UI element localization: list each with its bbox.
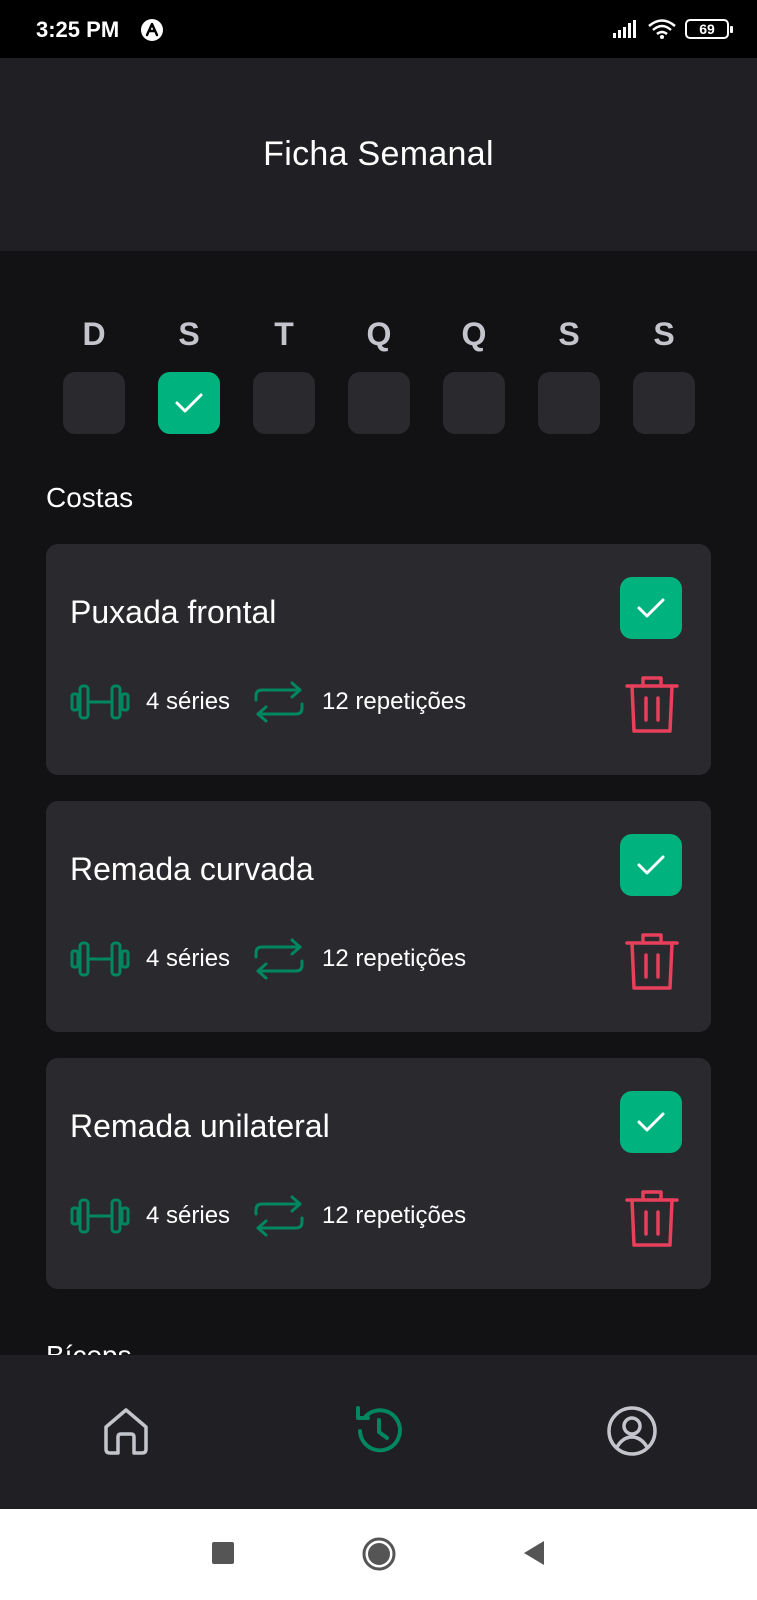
day-letter: S: [178, 316, 200, 352]
repeat-icon: [254, 1195, 304, 1237]
week-day-selector: D S T Q Q S S: [63, 310, 695, 434]
section-title: Costas: [46, 482, 134, 513]
day-checkbox[interactable]: [158, 372, 220, 434]
dumbbell-icon: [70, 684, 130, 720]
exercise-done-checkbox[interactable]: [620, 834, 682, 896]
tab-profile[interactable]: [604, 1403, 660, 1459]
system-navigation-bar: [0, 1509, 757, 1600]
status-indicators: 69: [611, 18, 733, 40]
day-checkbox[interactable]: [253, 372, 315, 434]
history-icon: [356, 1406, 402, 1453]
exercise-done-checkbox[interactable]: [620, 577, 682, 639]
day-checkbox[interactable]: [538, 372, 600, 434]
exercise-done-checkbox[interactable]: [620, 1091, 682, 1153]
exercise-card: Puxada frontal 4 séries 12 repetições: [46, 544, 711, 775]
dumbbell-icon: [70, 941, 130, 977]
bottom-tab-bar: [0, 1355, 757, 1509]
exercise-card: Remada unilateral 4 séries 12 repetições: [46, 1058, 711, 1289]
home-icon: [104, 1408, 148, 1455]
trash-icon[interactable]: [625, 1188, 679, 1248]
status-bar: 3:25 PM 69: [0, 0, 757, 58]
app-notification-icon: [141, 19, 163, 41]
exercise-meta: 4 séries 12 repetições: [70, 937, 488, 981]
exercise-name: Remada unilateral: [70, 1108, 330, 1144]
repeat-icon: [254, 681, 304, 723]
trash-icon[interactable]: [625, 674, 679, 734]
back-button[interactable]: [520, 1536, 548, 1570]
day-letter: S: [558, 316, 580, 352]
check-icon: [637, 1112, 665, 1132]
day-checkbox[interactable]: [63, 372, 125, 434]
day-letter: D: [82, 316, 106, 352]
trash-icon[interactable]: [625, 931, 679, 991]
day-letter: T: [274, 316, 294, 352]
exercise-series: 4 séries: [146, 945, 231, 972]
signal-icon: [613, 20, 636, 38]
exercise-reps: 12 repetições: [322, 688, 467, 715]
header: Ficha Semanal: [0, 58, 757, 251]
day-letter: Q: [366, 316, 392, 352]
check-icon: [175, 393, 203, 413]
battery-icon: 69: [685, 19, 733, 39]
exercise-reps: 12 repetições: [322, 945, 467, 972]
exercise-card: Remada curvada 4 séries 12 repetições: [46, 801, 711, 1032]
tab-home[interactable]: [98, 1403, 154, 1459]
exercise-series: 4 séries: [146, 688, 231, 715]
page-title: Ficha Semanal: [263, 135, 494, 173]
exercise-name: Puxada frontal: [70, 594, 277, 630]
day-checkbox[interactable]: [348, 372, 410, 434]
profile-icon: [607, 1406, 657, 1456]
day-wednesday: Q: [348, 310, 410, 434]
day-checkbox[interactable]: [633, 372, 695, 434]
day-checkbox[interactable]: [443, 372, 505, 434]
tab-history[interactable]: [351, 1403, 407, 1459]
exercise-series: 4 séries: [146, 1202, 231, 1229]
day-letter: S: [653, 316, 675, 352]
day-letter: Q: [461, 316, 487, 352]
repeat-icon: [254, 938, 304, 980]
exercise-meta: 4 séries 12 repetições: [70, 680, 488, 724]
day-tuesday: T: [253, 310, 315, 434]
exercise-meta: 4 séries 12 repetições: [70, 1194, 488, 1238]
day-thursday: Q: [443, 310, 505, 434]
exercise-reps: 12 repetições: [322, 1202, 467, 1229]
recents-button[interactable]: [210, 1536, 236, 1570]
check-icon: [637, 598, 665, 618]
dumbbell-icon: [70, 1198, 130, 1234]
wifi-icon: [648, 19, 676, 39]
check-icon: [637, 855, 665, 875]
day-sunday: D: [63, 310, 125, 434]
day-monday: S: [158, 310, 220, 434]
day-saturday: S: [633, 310, 695, 434]
status-time: 3:25 PM: [36, 17, 120, 42]
exercise-name: Remada curvada: [70, 851, 314, 887]
day-friday: S: [538, 310, 600, 434]
home-button[interactable]: [361, 1536, 397, 1572]
